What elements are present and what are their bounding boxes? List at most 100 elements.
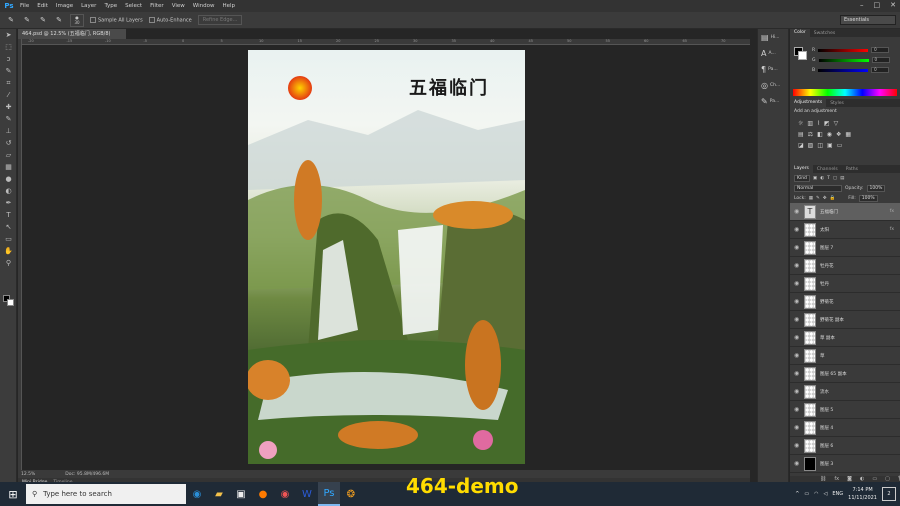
healing-tool-icon[interactable]: ✚ — [0, 101, 17, 113]
firefox-icon[interactable]: ● — [252, 482, 274, 506]
minimize-button[interactable]: – — [860, 1, 864, 9]
side-panel-button-4[interactable]: ✎ Pa... — [758, 93, 788, 109]
maximize-button[interactable]: □ — [874, 1, 881, 9]
blue-slider[interactable]: B 0 — [812, 67, 894, 73]
visibility-eye-icon[interactable]: ◉ — [794, 352, 800, 359]
quick-selection-tool-icon[interactable]: ✎ — [6, 15, 16, 25]
wifi-icon[interactable]: ◠ — [814, 491, 818, 497]
color-background-swatch[interactable] — [798, 51, 807, 60]
chrome-icon[interactable]: ◉ — [274, 482, 296, 506]
visibility-eye-icon[interactable]: ◉ — [794, 424, 800, 431]
color-balance-icon[interactable]: ⚖ — [808, 131, 813, 138]
lock-all-icon[interactable]: 🔒 — [830, 196, 836, 201]
menu-file[interactable]: File — [16, 3, 33, 9]
layer-row[interactable]: ◉ 太阳 fx — [790, 221, 900, 239]
red-track[interactable] — [818, 48, 869, 52]
dodge-tool-icon[interactable]: ◐ — [0, 185, 17, 197]
workspace-select[interactable]: Essentials — [840, 15, 896, 25]
edge-browser-icon[interactable]: ◉ — [186, 482, 208, 506]
language-indicator[interactable]: ENG — [832, 491, 843, 497]
word-icon[interactable]: W — [296, 482, 318, 506]
menu-select[interactable]: Select — [121, 3, 146, 9]
side-panel-button-2[interactable]: ¶ Pa... — [758, 61, 788, 77]
volume-icon[interactable]: ◁ — [824, 491, 828, 497]
lock-position-icon[interactable]: ✥ — [823, 196, 827, 201]
invert-icon[interactable]: ◪ — [798, 142, 804, 149]
tab-adjustments[interactable]: Adjustments — [790, 99, 827, 107]
canvas-image[interactable]: 五福临门 — [248, 50, 525, 464]
visibility-eye-icon[interactable]: ◉ — [794, 406, 800, 413]
curves-icon[interactable]: ⌇ — [817, 120, 820, 127]
layer-effects-icon[interactable]: fx — [890, 209, 894, 214]
visibility-eye-icon[interactable]: ◉ — [794, 442, 800, 449]
color-spectrum[interactable] — [793, 89, 897, 96]
filter-pixel-icon[interactable]: ▣ — [813, 176, 817, 181]
new-selection-icon[interactable]: ✎ — [22, 15, 32, 25]
menu-type[interactable]: Type — [100, 3, 121, 9]
layer-row[interactable]: ◉ 图层 65 副本 — [790, 365, 900, 383]
visibility-eye-icon[interactable]: ◉ — [794, 370, 800, 377]
tab-swatches[interactable]: Swatches — [810, 31, 840, 36]
menu-image[interactable]: Image — [52, 3, 77, 9]
add-selection-icon[interactable]: ✎ — [38, 15, 48, 25]
filter-smart-icon[interactable]: ▤ — [840, 176, 844, 181]
store-icon[interactable]: ▣ — [230, 482, 252, 506]
visibility-eye-icon[interactable]: ◉ — [794, 244, 800, 251]
opacity-value[interactable]: 100% — [866, 184, 886, 192]
layer-row[interactable]: ◉ 牡丹花 — [790, 257, 900, 275]
side-panel-button-3[interactable]: ◎ Ch... — [758, 77, 788, 93]
menu-filter[interactable]: Filter — [146, 3, 168, 9]
filter-type-icon[interactable]: T — [827, 176, 830, 181]
brush-tool-icon[interactable]: ✎ — [0, 113, 17, 125]
zoom-level[interactable]: 12.5% — [21, 472, 35, 477]
visibility-eye-icon[interactable]: ◉ — [794, 262, 800, 269]
background-color-swatch[interactable] — [7, 299, 14, 306]
tab-color[interactable]: Color — [790, 29, 810, 37]
visibility-eye-icon[interactable]: ◉ — [794, 388, 800, 395]
subtract-selection-icon[interactable]: ✎ — [54, 15, 64, 25]
fill-value[interactable]: 100% — [858, 194, 878, 202]
color-lookup-icon[interactable]: ▦ — [845, 131, 851, 138]
gradient-tool-icon[interactable]: ▦ — [0, 161, 17, 173]
menu-help[interactable]: Help — [218, 3, 239, 9]
marquee-tool-icon[interactable]: ⬚ — [0, 41, 17, 53]
threshold-icon[interactable]: ◫ — [817, 142, 823, 149]
refine-edge-button[interactable]: Refine Edge... — [197, 15, 243, 25]
exposure-icon[interactable]: ◩ — [824, 120, 830, 127]
visibility-eye-icon[interactable]: ◉ — [794, 298, 800, 305]
posterize-icon[interactable]: ▨ — [808, 142, 814, 149]
layer-row[interactable]: ◉ 牡丹 — [790, 275, 900, 293]
blur-tool-icon[interactable]: ● — [0, 173, 17, 185]
gradient-map-icon[interactable]: ▭ — [837, 142, 843, 149]
layer-effects-icon[interactable]: fx — [890, 227, 894, 232]
lock-transparency-icon[interactable]: ▦ — [809, 196, 813, 201]
menu-edit[interactable]: Edit — [33, 3, 52, 9]
visibility-eye-icon[interactable]: ◉ — [794, 280, 800, 287]
zoom-tool-icon[interactable]: ⚲ — [0, 257, 17, 269]
file-explorer-icon[interactable]: ▰ — [208, 482, 230, 506]
red-value[interactable]: 0 — [871, 47, 890, 53]
lasso-tool-icon[interactable]: ↄ — [0, 53, 17, 65]
filter-adjust-icon[interactable]: ◐ — [820, 176, 824, 181]
green-value[interactable]: 0 — [871, 57, 890, 63]
shape-tool-icon[interactable]: ▭ — [0, 233, 17, 245]
layer-row[interactable]: ◉ 图层 4 — [790, 419, 900, 437]
document-tab[interactable]: 464.psd @ 12.5% (五福临门, RGB/8) — [18, 29, 126, 39]
visibility-eye-icon[interactable]: ◉ — [794, 208, 800, 215]
filter-shape-icon[interactable]: ▢ — [833, 176, 837, 181]
brush-size-picker[interactable]: ● 30 — [70, 13, 84, 27]
menu-layer[interactable]: Layer — [77, 3, 100, 9]
black-white-icon[interactable]: ◧ — [817, 131, 823, 138]
hue-saturation-icon[interactable]: ▤ — [798, 131, 804, 138]
path-select-tool-icon[interactable]: ↖ — [0, 221, 17, 233]
layer-row[interactable]: ◉ 图层 6 — [790, 437, 900, 455]
levels-icon[interactable]: ▥ — [807, 120, 813, 127]
hand-tool-icon[interactable]: ✋ — [0, 245, 17, 257]
blue-track[interactable] — [818, 68, 869, 72]
move-tool-icon[interactable]: ➤ — [0, 29, 17, 41]
tab-layers[interactable]: Layers — [790, 165, 813, 173]
layer-row[interactable]: ◉ 野菊花 副本 — [790, 311, 900, 329]
side-panel-button-0[interactable]: ▤ Hi... — [758, 29, 788, 45]
layer-row[interactable]: ◉ 图层 5 — [790, 401, 900, 419]
taskbar-search[interactable]: ⚲ Type here to search — [26, 484, 186, 504]
